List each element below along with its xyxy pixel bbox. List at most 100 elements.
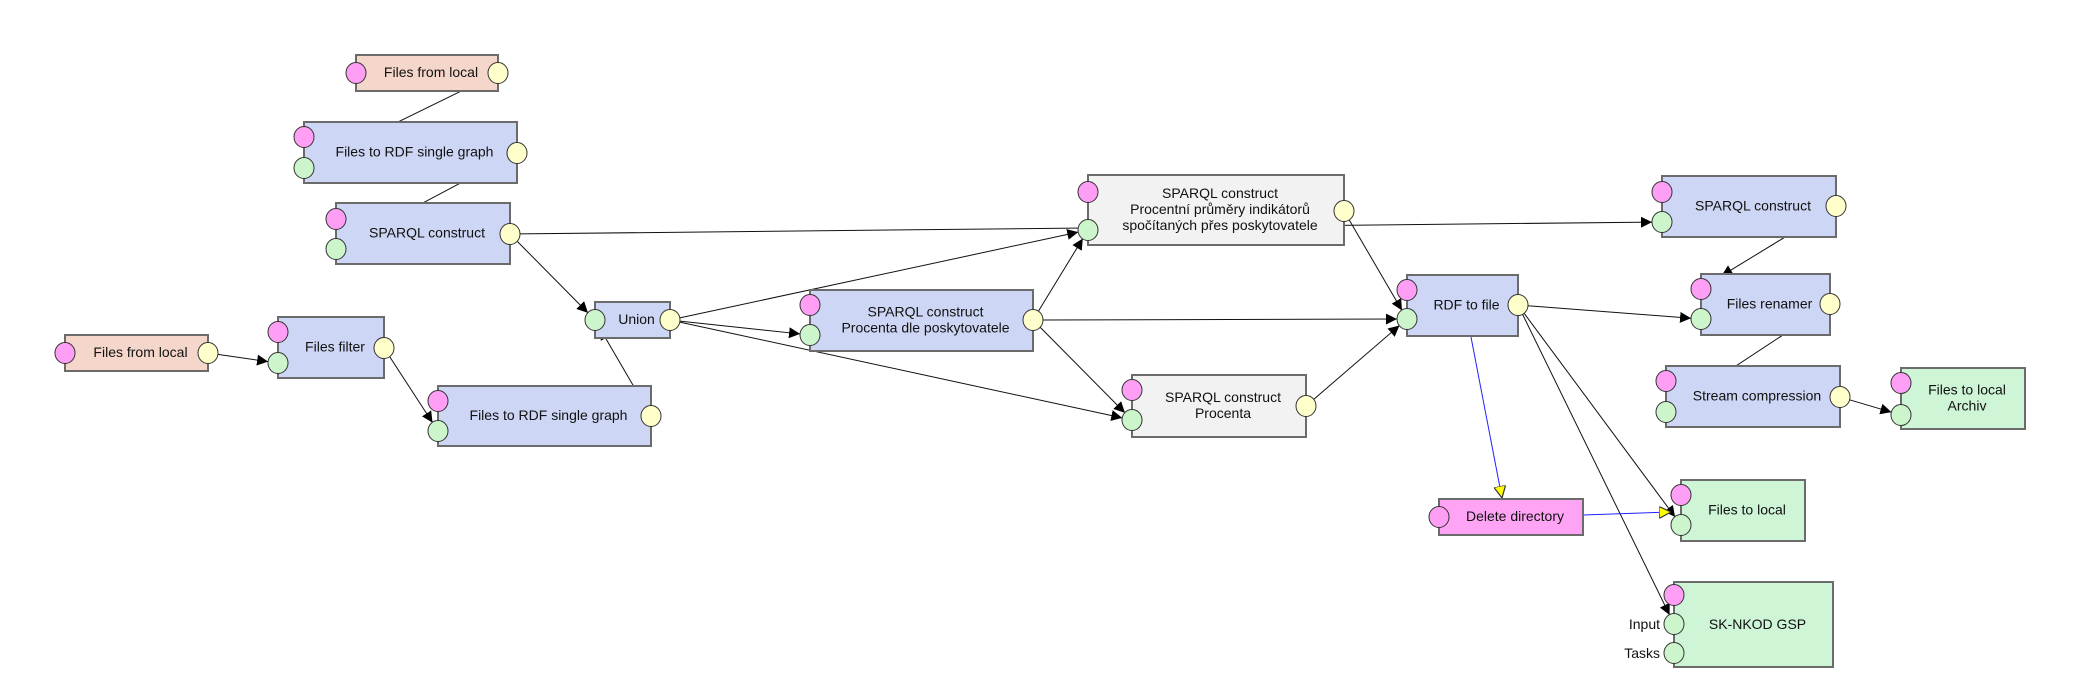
output-port[interactable] [640,405,662,427]
control-connection-rdf2file-to-deldir[interactable] [1470,336,1502,498]
output-port[interactable] [659,309,681,331]
configuration-port[interactable] [1077,181,1099,203]
output-port[interactable] [373,337,395,359]
configuration-port[interactable] [54,342,76,364]
output-port[interactable] [1825,195,1847,217]
component-rdf2file[interactable]: RDF to file [1396,274,1529,337]
component-filter[interactable]: Files filter [267,316,395,379]
configuration-port[interactable] [325,208,347,230]
configuration-port[interactable] [345,62,367,84]
component-label: Procenta [1195,405,1251,421]
component-archiv[interactable]: Files to localArchiv [1890,367,2026,430]
component-ftl[interactable]: Files to local [1670,479,1806,542]
input-port[interactable] [1663,613,1685,635]
input-port[interactable] [1890,404,1912,426]
component-ffl1[interactable]: Files from local [345,54,509,92]
input-port[interactable] [1077,219,1099,241]
component-label: Files to RDF single graph [470,407,628,423]
configuration-port[interactable] [267,321,289,343]
data-connection-scdle-to-rdf2file[interactable] [1042,313,1398,325]
input-port[interactable] [427,420,449,442]
configuration-port[interactable] [1121,379,1143,401]
component-scdle[interactable]: SPARQL constructProcenta dle poskytovate… [799,289,1044,352]
port-label: Tasks [1624,645,1660,661]
component-label: Files to RDF single graph [336,144,494,160]
data-connection-stream-to-archiv[interactable] [1849,399,1892,415]
component-label: Files renamer [1727,296,1813,312]
pipeline-canvas[interactable]: Files from local Files to RDF single grap… [0,0,2083,697]
component-ffl2[interactable]: Files from local [54,334,219,372]
data-connection-filter-to-frdf2[interactable] [389,356,433,423]
output-port[interactable] [1295,395,1317,417]
component-label: Procenta dle poskytovatele [841,320,1009,336]
component-label: SK-NKOD GSP [1709,616,1806,632]
input-port[interactable] [1690,308,1712,330]
component-sc3[interactable]: SPARQL construct [1651,175,1847,238]
component-renamer[interactable]: Files renamer [1690,273,1841,336]
data-connection-rdf2file-to-ftl[interactable] [1523,312,1676,518]
data-connection-scdle-to-scproc[interactable] [1039,326,1126,414]
configuration-port[interactable] [1670,484,1692,506]
output-port[interactable] [1819,293,1841,315]
input-port[interactable] [1670,514,1692,536]
component-frdf2[interactable]: Files to RDF single graph [427,385,662,447]
component-label: Files to local [1928,382,2006,398]
output-port[interactable] [1022,309,1044,331]
task-input-port[interactable] [1663,642,1685,664]
configuration-port[interactable] [427,390,449,412]
component-scproc[interactable]: SPARQL constructProcenta [1121,374,1317,438]
configuration-port[interactable] [1690,278,1712,300]
component-label: Files filter [305,339,365,355]
control-connection-deldir-to-ftl[interactable] [1582,512,1671,515]
configuration-port[interactable] [1890,372,1912,394]
component-label: Delete directory [1466,508,1564,524]
configuration-port[interactable] [1396,279,1418,301]
data-connection-union-to-scdle[interactable] [679,320,801,339]
output-port[interactable] [499,223,521,245]
component-label: SPARQL construct [1165,389,1281,405]
configuration-port[interactable] [1651,181,1673,203]
input-port[interactable] [1396,308,1418,330]
output-port[interactable] [1829,386,1851,408]
input-port[interactable] [267,352,289,374]
output-port[interactable] [197,342,219,364]
output-port[interactable] [487,62,509,84]
data-connection-rdf2file-to-sknkod[interactable] [1521,313,1671,616]
configuration-port[interactable] [293,126,315,148]
configuration-port[interactable] [799,294,821,316]
input-port[interactable] [1655,401,1677,423]
component-label: Files from local [384,64,478,80]
input-port[interactable] [799,324,821,346]
component-label: spočítaných přes poskytovatele [1122,217,1318,233]
component-sknkod[interactable]: SK-NKOD GSP Input Tasks [1624,581,1834,668]
component-label: SPARQL construct [1162,185,1278,201]
configuration-port[interactable] [1663,584,1685,606]
component-union[interactable]: Union [584,301,681,339]
data-connection-ffl2-to-filter[interactable] [217,353,269,366]
component-stream[interactable]: Stream compression [1655,365,1851,428]
component-label: Archiv [1948,398,1987,414]
input-port[interactable] [293,157,315,179]
component-frdf1[interactable]: Files to RDF single graph [293,121,528,184]
component-label: RDF to file [1433,297,1499,313]
component-scpp[interactable]: SPARQL constructProcentní průměry indiká… [1077,174,1355,246]
input-port[interactable] [1121,409,1143,431]
input-port[interactable] [584,309,606,331]
output-port[interactable] [1333,200,1355,222]
data-connection-rdf2file-to-renamer[interactable] [1527,305,1692,323]
data-connection-scpp-to-rdf2file[interactable] [1348,219,1403,311]
data-connection-scdle-to-scpp[interactable] [1037,238,1084,312]
configuration-port[interactable] [1428,506,1450,528]
output-port[interactable] [506,142,528,164]
data-connection-scproc-to-rdf2file[interactable] [1313,325,1400,400]
input-port[interactable] [1651,211,1673,233]
component-label: Union [618,311,655,327]
data-connection-sc1-to-union[interactable] [516,240,589,314]
component-sc1[interactable]: SPARQL construct [325,202,521,265]
components-layer: Files from local Files to RDF single grap… [54,54,2026,668]
input-port[interactable] [325,238,347,260]
component-deldir[interactable]: Delete directory [1428,498,1584,536]
configuration-port[interactable] [1655,370,1677,392]
component-label: SPARQL construct [868,304,984,320]
output-port[interactable] [1507,294,1529,316]
